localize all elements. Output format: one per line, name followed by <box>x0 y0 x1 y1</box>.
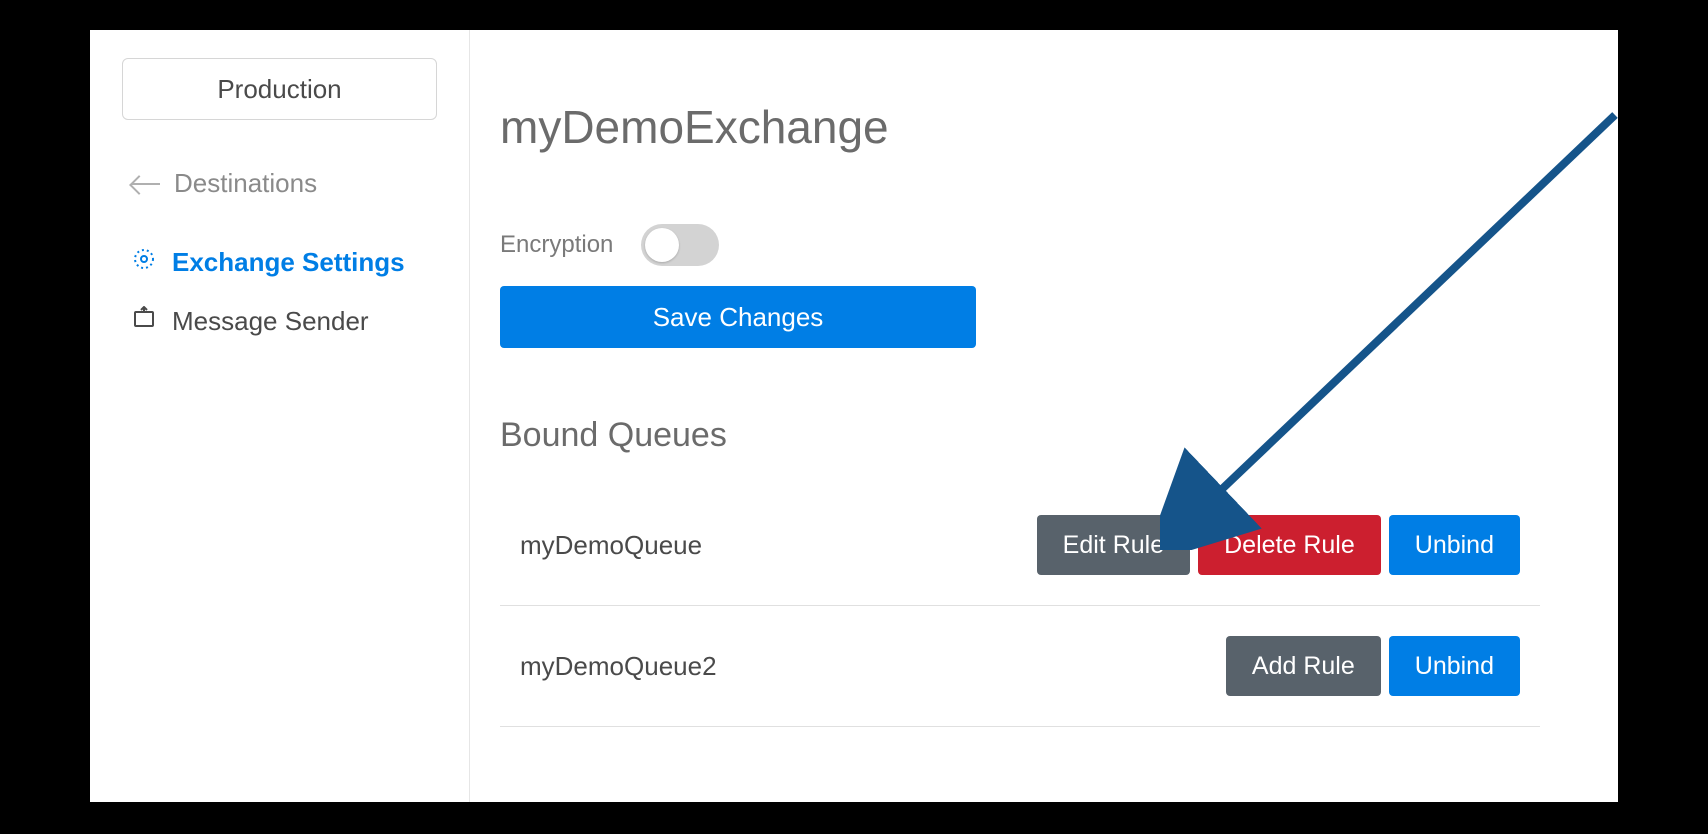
queue-row: myDemoQueue Edit Rule Delete Rule Unbind <box>500 485 1540 606</box>
encryption-label: Encryption <box>500 231 613 259</box>
gear-icon <box>132 247 156 278</box>
sidebar: Production Destinations Exchange Setting… <box>90 30 470 802</box>
bound-queues-heading: Bound Queues <box>500 416 1618 455</box>
back-label: Destinations <box>174 168 317 199</box>
sidebar-item-label: Exchange Settings <box>172 247 405 278</box>
save-changes-button[interactable]: Save Changes <box>500 286 976 348</box>
sidebar-item-exchange-settings[interactable]: Exchange Settings <box>90 233 469 292</box>
queue-name: myDemoQueue2 <box>520 651 717 682</box>
arrow-left-icon <box>132 183 160 185</box>
unbind-button[interactable]: Unbind <box>1389 636 1520 696</box>
edit-rule-button[interactable]: Edit Rule <box>1037 515 1190 575</box>
sidebar-item-message-sender[interactable]: Message Sender <box>90 292 469 351</box>
send-icon <box>132 306 156 337</box>
add-rule-button[interactable]: Add Rule <box>1226 636 1381 696</box>
queue-name: myDemoQueue <box>520 530 702 561</box>
encryption-row: Encryption <box>500 224 1618 266</box>
page-title: myDemoExchange <box>500 100 1618 154</box>
sidebar-item-label: Message Sender <box>172 306 369 337</box>
queue-actions: Edit Rule Delete Rule Unbind <box>1037 515 1520 575</box>
environment-label: Production <box>217 74 341 105</box>
encryption-toggle[interactable] <box>641 224 719 266</box>
environment-selector[interactable]: Production <box>122 58 437 120</box>
main-content: myDemoExchange Encryption Save Changes B… <box>470 30 1618 802</box>
app-frame: Production Destinations Exchange Setting… <box>90 30 1618 802</box>
toggle-knob <box>645 228 679 262</box>
queue-actions: Add Rule Unbind <box>1226 636 1520 696</box>
queue-row: myDemoQueue2 Add Rule Unbind <box>500 606 1540 727</box>
unbind-button[interactable]: Unbind <box>1389 515 1520 575</box>
back-to-destinations[interactable]: Destinations <box>90 168 469 233</box>
delete-rule-button[interactable]: Delete Rule <box>1198 515 1381 575</box>
